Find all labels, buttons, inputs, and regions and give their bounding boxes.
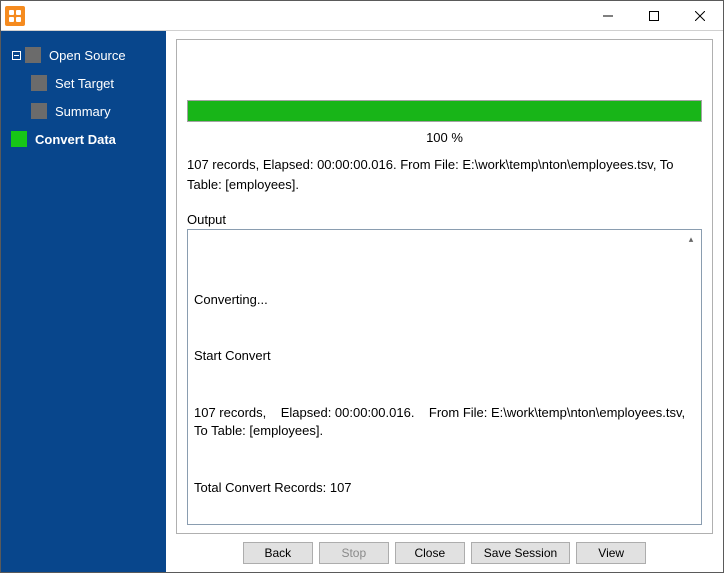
titlebar-left: [1, 6, 25, 26]
step-summary[interactable]: Summary: [1, 97, 166, 125]
close-button[interactable]: Close: [395, 542, 465, 564]
output-line: 107 records, Elapsed: 00:00:00.016. From…: [194, 404, 695, 442]
maximize-button[interactable]: [631, 1, 677, 30]
view-button[interactable]: View: [576, 542, 646, 564]
progress-bar-fill: [188, 101, 701, 121]
app-icon: [5, 6, 25, 26]
collapse-icon: [11, 50, 21, 60]
output-line: Total Convert Records: 107: [194, 479, 695, 498]
step-set-target[interactable]: Set Target: [1, 69, 166, 97]
status-text: 107 records, Elapsed: 00:00:00.016. From…: [187, 155, 702, 212]
step-convert-data[interactable]: Convert Data: [1, 125, 166, 153]
step-label: Summary: [55, 104, 111, 119]
back-button[interactable]: Back: [243, 542, 313, 564]
progress-bar-track: [187, 100, 702, 122]
progress-percent-text: 100 %: [187, 126, 702, 155]
button-row: Back Stop Close Save Session View: [176, 534, 713, 566]
stop-button: Stop: [319, 542, 389, 564]
output-line: Converting...: [194, 291, 695, 310]
app-window: Open Source Set Target Summary Convert D…: [0, 0, 724, 573]
step-box-icon: [11, 131, 27, 147]
step-open-source[interactable]: Open Source: [1, 41, 166, 69]
step-box-icon: [25, 47, 41, 63]
output-textbox[interactable]: ▴ Converting... Start Convert 107 record…: [187, 229, 702, 525]
titlebar: [1, 1, 723, 31]
progress-section: [187, 100, 702, 122]
output-line: Start Convert: [194, 347, 695, 366]
step-box-icon: [31, 75, 47, 91]
window-controls: [585, 1, 723, 30]
minimize-button[interactable]: [585, 1, 631, 30]
save-session-button[interactable]: Save Session: [471, 542, 570, 564]
step-label: Convert Data: [35, 132, 116, 147]
scroll-up-icon[interactable]: ▴: [683, 232, 699, 248]
content-panel: 100 % 107 records, Elapsed: 00:00:00.016…: [176, 39, 713, 534]
step-label: Set Target: [55, 76, 114, 91]
output-label: Output: [187, 212, 702, 229]
wizard-sidebar: Open Source Set Target Summary Convert D…: [1, 31, 166, 572]
close-window-button[interactable]: [677, 1, 723, 30]
main-panel: 100 % 107 records, Elapsed: 00:00:00.016…: [166, 31, 723, 572]
step-box-icon: [31, 103, 47, 119]
window-body: Open Source Set Target Summary Convert D…: [1, 31, 723, 572]
step-label: Open Source: [49, 48, 126, 63]
